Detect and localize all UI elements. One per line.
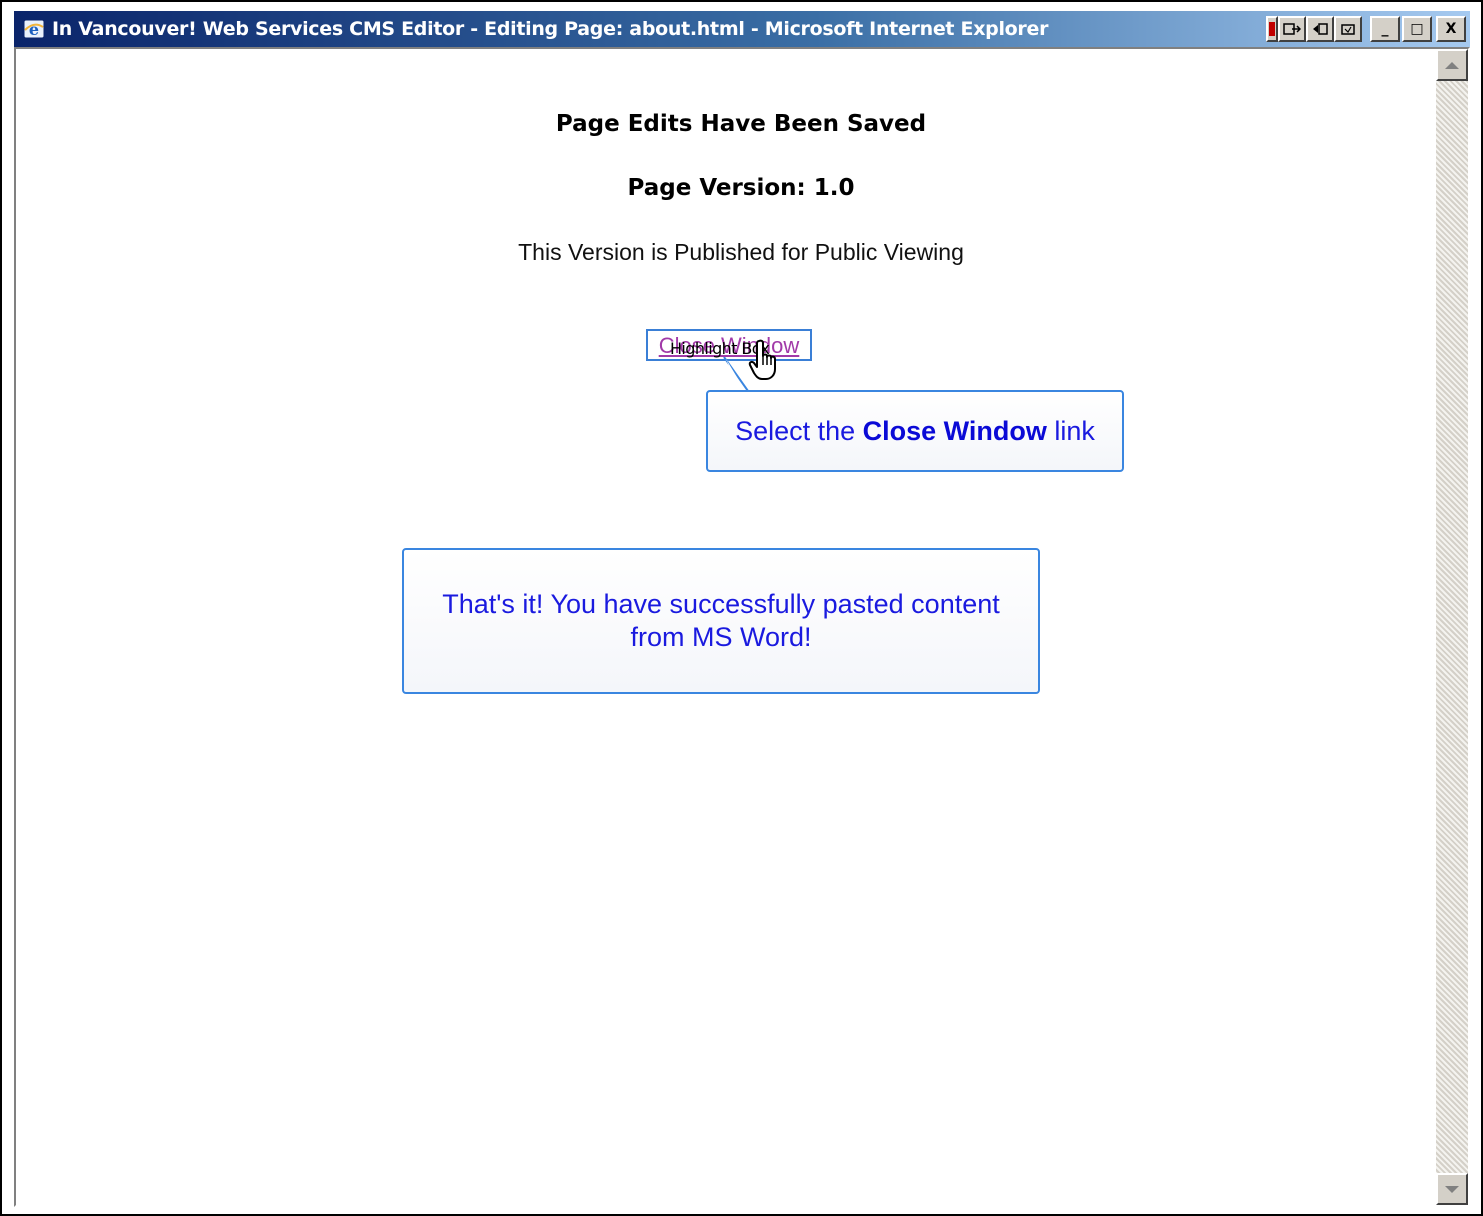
minimize-button[interactable]: _ xyxy=(1370,16,1400,42)
scroll-up-button[interactable] xyxy=(1436,49,1468,81)
minimize-icon: _ xyxy=(1381,21,1389,37)
window-title: In Vancouver! Web Services CMS Editor - … xyxy=(52,18,1049,40)
toolbar-mini-buttons xyxy=(1266,16,1362,42)
close-button[interactable]: X xyxy=(1436,16,1466,42)
instruction-callout: Select the Close Window link xyxy=(706,390,1124,472)
record-indicator-icon xyxy=(1266,16,1278,42)
arrow-down-icon xyxy=(1445,1185,1459,1193)
published-status-text: This Version is Published for Public Vie… xyxy=(518,239,964,265)
callout-pointer xyxy=(723,357,760,393)
back-forward-icon[interactable] xyxy=(1306,16,1334,42)
saved-heading: Page Edits Have Been Saved xyxy=(555,111,927,137)
close-icon: X xyxy=(1445,21,1457,37)
browser-window: e In Vancouver! Web Services CMS Editor … xyxy=(0,0,1483,1216)
restore-window-icon[interactable] xyxy=(1334,16,1362,42)
maximize-button[interactable]: □ xyxy=(1402,16,1432,42)
instruction-prefix: Select the xyxy=(735,416,863,446)
page-viewport: Page Edits Have Been Saved Page Version:… xyxy=(14,47,1470,1207)
svg-text:e: e xyxy=(29,20,39,39)
ie-icon: e xyxy=(22,17,46,41)
completion-callout: That's it! You have successfully pasted … xyxy=(402,548,1040,694)
title-controls: _ □ X xyxy=(1266,16,1466,42)
instruction-target: Close Window xyxy=(862,416,1047,446)
title-bar[interactable]: e In Vancouver! Web Services CMS Editor … xyxy=(14,11,1470,47)
scroll-down-button[interactable] xyxy=(1436,1173,1468,1205)
instruction-suffix: link xyxy=(1046,416,1095,446)
arrow-up-icon xyxy=(1445,61,1459,69)
maximize-icon: □ xyxy=(1410,21,1424,37)
completion-message: That's it! You have successfully pasted … xyxy=(442,589,1000,652)
exit-icon[interactable] xyxy=(1278,16,1306,42)
vertical-scrollbar[interactable] xyxy=(1436,49,1468,1205)
version-heading: Page Version: 1.0 xyxy=(627,175,855,201)
